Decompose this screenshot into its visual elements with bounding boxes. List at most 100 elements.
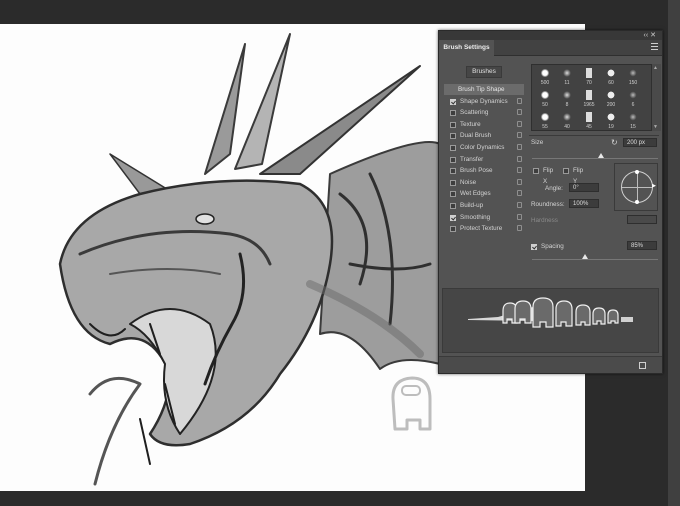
brush-option-protect-texture[interactable]: Protect Texture bbox=[444, 223, 524, 234]
brush-option-noise[interactable]: Noise bbox=[444, 177, 524, 188]
brush-preset-cell[interactable]: 6 bbox=[623, 88, 643, 109]
brush-option-wet-edges[interactable]: Wet Edges bbox=[444, 188, 524, 199]
option-label: Brush Tip Shape bbox=[458, 86, 505, 93]
option-checkbox[interactable] bbox=[450, 121, 456, 128]
brush-preset-cell[interactable]: 60 bbox=[601, 66, 621, 87]
lock-icon[interactable] bbox=[517, 167, 522, 174]
brush-size-label: 55 bbox=[542, 124, 548, 130]
option-label: Color Dynamics bbox=[460, 144, 505, 151]
option-checkbox[interactable] bbox=[450, 168, 456, 175]
brush-preset-cell[interactable]: 150 bbox=[623, 66, 643, 87]
brush-tip-swatch-icon bbox=[584, 68, 594, 78]
reset-size-icon[interactable]: ↻ bbox=[611, 138, 618, 147]
brush-option-dual-brush[interactable]: Dual Brush bbox=[444, 130, 524, 141]
brush-preset-cell[interactable]: 45 bbox=[579, 110, 599, 130]
brush-option-color-dynamics[interactable]: Color Dynamics bbox=[444, 142, 524, 153]
lock-icon[interactable] bbox=[517, 144, 522, 150]
option-checkbox[interactable] bbox=[450, 203, 456, 209]
option-label: Protect Texture bbox=[460, 225, 503, 233]
spacing-input[interactable]: 85% bbox=[627, 241, 657, 250]
brush-tip-swatch-icon bbox=[628, 112, 638, 122]
angle-roundness-widget[interactable]: ▶ bbox=[614, 163, 658, 211]
lock-icon[interactable] bbox=[517, 97, 522, 104]
brush-option-shape-dynamics[interactable]: Shape Dynamics bbox=[444, 96, 524, 107]
option-checkbox[interactable] bbox=[450, 214, 456, 221]
brush-size-label: 15 bbox=[630, 124, 636, 130]
option-checkbox[interactable] bbox=[450, 191, 456, 198]
size-slider-thumb[interactable] bbox=[598, 153, 605, 158]
brush-preset-cell[interactable]: 1965 bbox=[579, 88, 599, 109]
roundness-input[interactable]: 100% bbox=[569, 199, 599, 208]
spacing-label: Spacing bbox=[541, 243, 564, 250]
option-label: Noise bbox=[460, 178, 477, 186]
panel-menu-icon[interactable] bbox=[651, 43, 658, 51]
create-new-brush-icon[interactable] bbox=[639, 362, 646, 369]
panel-footer bbox=[439, 356, 662, 373]
lock-icon[interactable] bbox=[517, 155, 522, 162]
brush-option-brush-tip-shape[interactable]: Brush Tip Shape bbox=[444, 84, 524, 95]
lock-icon[interactable] bbox=[517, 109, 522, 116]
flip-x-checkbox[interactable]: Flip X bbox=[527, 165, 557, 185]
size-slider[interactable] bbox=[532, 158, 658, 159]
option-checkbox[interactable] bbox=[450, 110, 456, 117]
brush-preset-cell[interactable]: 15 bbox=[623, 110, 643, 130]
option-label: Transfer bbox=[460, 155, 484, 163]
lock-icon[interactable] bbox=[517, 190, 522, 197]
brush-size-label: 200 bbox=[606, 102, 616, 108]
brush-presets-grid[interactable]: 500 11 70 60 150 50 8 1965 200 6 55 40 45 19 15 bbox=[531, 64, 652, 131]
brush-option-smoothing[interactable]: Smoothing bbox=[444, 212, 524, 223]
brush-preset-cell[interactable]: 8 bbox=[557, 88, 577, 109]
lock-icon[interactable] bbox=[517, 132, 522, 139]
brush-tip-swatch-icon bbox=[584, 112, 594, 122]
size-input[interactable]: 200 px bbox=[623, 138, 657, 147]
brush-size-label: 70 bbox=[586, 80, 592, 86]
collapse-panel-icon[interactable]: ‹‹ ✕ bbox=[644, 31, 656, 40]
brush-size-label: 500 bbox=[540, 80, 550, 86]
brush-option-texture[interactable]: Texture bbox=[444, 119, 524, 130]
option-checkbox[interactable] bbox=[450, 179, 456, 186]
tab-brush-settings[interactable]: Brush Settings bbox=[439, 40, 494, 56]
brush-preset-cell[interactable]: 200 bbox=[601, 88, 621, 109]
brush-preset-cell[interactable]: 55 bbox=[535, 110, 555, 130]
lock-icon[interactable] bbox=[517, 178, 522, 185]
brush-preset-cell[interactable]: 50 bbox=[535, 88, 555, 109]
flip-y-checkbox[interactable]: Flip Y bbox=[557, 165, 587, 185]
brush-option-scattering[interactable]: Scattering bbox=[444, 107, 524, 118]
angle-input[interactable]: 0° bbox=[569, 183, 599, 192]
divider bbox=[529, 135, 659, 136]
brush-tip-swatch-icon bbox=[540, 68, 550, 78]
option-checkbox[interactable] bbox=[450, 145, 456, 151]
brush-tip-swatch-icon bbox=[628, 68, 638, 78]
option-label: Scattering bbox=[460, 109, 489, 117]
option-label: Brush Pose bbox=[460, 167, 493, 175]
spacing-slider-thumb[interactable] bbox=[581, 254, 588, 259]
size-label: Size bbox=[531, 139, 544, 146]
lock-icon[interactable] bbox=[517, 225, 522, 232]
option-checkbox[interactable] bbox=[450, 156, 456, 163]
panel-titlebar[interactable]: ‹‹ ✕ bbox=[439, 31, 662, 40]
brush-tip-circle[interactable] bbox=[621, 170, 653, 204]
brush-preset-cell[interactable]: 19 bbox=[601, 110, 621, 130]
brush-option-brush-pose[interactable]: Brush Pose bbox=[444, 165, 524, 176]
brush-tip-swatch-icon bbox=[562, 112, 572, 122]
option-checkbox[interactable] bbox=[450, 133, 456, 140]
option-checkbox[interactable] bbox=[450, 226, 456, 233]
brush-preset-cell[interactable]: 500 bbox=[535, 66, 555, 87]
spacing-slider[interactable] bbox=[532, 259, 658, 260]
option-label: Shape Dynamics bbox=[460, 97, 508, 105]
lock-icon[interactable] bbox=[517, 202, 522, 208]
brush-option-build-up[interactable]: Build-up bbox=[444, 200, 524, 211]
brush-size-label: 8 bbox=[565, 102, 569, 108]
panel-tab-row: Brush Settings bbox=[439, 40, 662, 56]
brush-preset-cell[interactable]: 70 bbox=[579, 66, 599, 87]
presets-scrollbar[interactable]: ▲ ▼ bbox=[652, 64, 661, 131]
spacing-checkbox[interactable]: Spacing bbox=[525, 241, 575, 252]
brush-preset-cell[interactable]: 40 bbox=[557, 110, 577, 130]
option-checkbox[interactable] bbox=[450, 98, 456, 105]
brush-size-label: 50 bbox=[542, 102, 548, 108]
brush-option-transfer[interactable]: Transfer bbox=[444, 154, 524, 165]
brushes-button[interactable]: Brushes bbox=[466, 66, 502, 78]
lock-icon[interactable] bbox=[517, 213, 522, 220]
lock-icon[interactable] bbox=[517, 120, 522, 127]
brush-preset-cell[interactable]: 11 bbox=[557, 66, 577, 87]
